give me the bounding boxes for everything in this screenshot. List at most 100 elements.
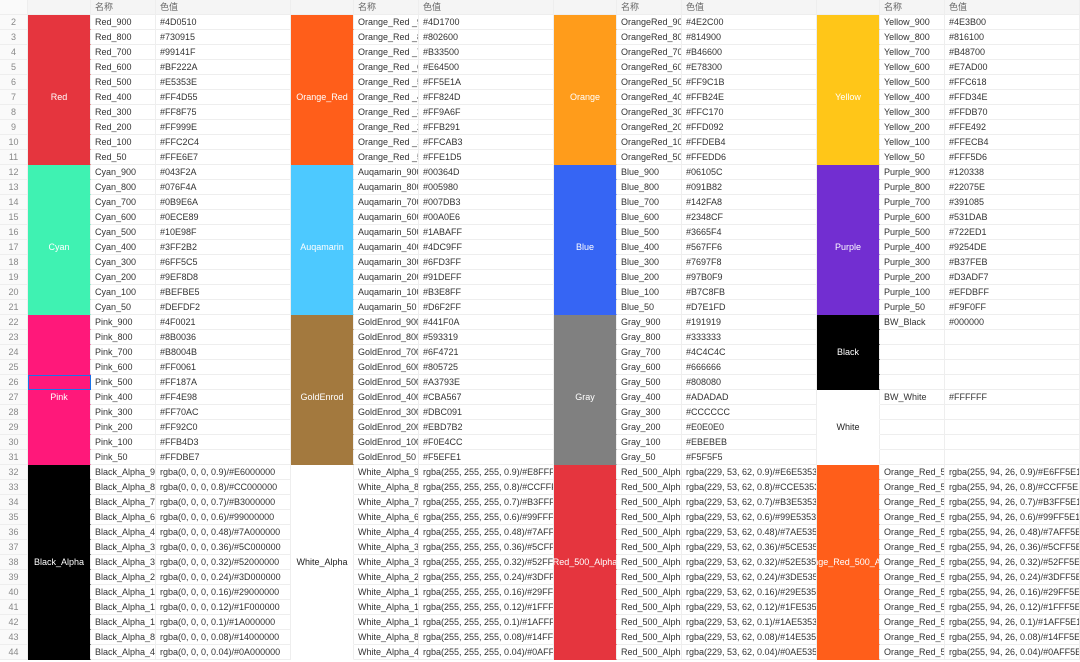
color-name[interactable]: OrangeRed_200 [617,120,682,135]
color-swatch[interactable] [291,210,354,225]
color-value[interactable]: rgba(0, 0, 0, 0.08)/#14000000 [156,630,291,645]
color-value[interactable]: #FFDB70 [945,105,1080,120]
color-name[interactable]: Orange_Red_500_Alpha_16 [880,585,945,600]
color-swatch[interactable]: White [817,420,880,435]
color-name[interactable]: GoldEnrod_500 [354,375,419,390]
color-name[interactable] [880,450,945,465]
color-name[interactable]: Yellow_500 [880,75,945,90]
color-name[interactable]: Blue_50 [617,300,682,315]
color-value[interactable]: #FF70AC [156,405,291,420]
color-value[interactable]: #FFC618 [945,75,1080,90]
color-swatch[interactable] [28,480,91,495]
color-swatch[interactable] [291,570,354,585]
color-name[interactable] [880,420,945,435]
color-swatch[interactable] [817,360,880,375]
color-name[interactable]: Red_700 [91,45,156,60]
color-swatch[interactable] [817,45,880,60]
color-name[interactable]: BW_Black [880,315,945,330]
color-value[interactable]: #FF8F75 [156,105,291,120]
color-swatch[interactable] [291,540,354,555]
color-swatch[interactable] [291,45,354,60]
color-value[interactable]: #99141F [156,45,291,60]
color-name[interactable]: Red_600 [91,60,156,75]
color-swatch[interactable] [817,615,880,630]
color-value[interactable]: rgba(255, 94, 26, 0.32)/#52FF5E1A [945,555,1080,570]
color-value[interactable]: #FF187A [156,375,291,390]
color-name[interactable]: Orange_Red _200 [354,120,419,135]
color-swatch[interactable] [817,210,880,225]
color-swatch[interactable] [28,180,91,195]
color-value[interactable]: #F5F5F5 [682,450,817,465]
color-name[interactable]: Gray_900 [617,315,682,330]
color-value[interactable]: rgba(0, 0, 0, 0.36)/#5C000000 [156,540,291,555]
color-name[interactable]: Pink_500 [91,375,156,390]
color-swatch[interactable] [817,75,880,90]
color-value[interactable]: rgba(255, 255, 255, 0.04)/#0AFFFFFF [419,645,554,660]
color-swatch[interactable] [291,480,354,495]
color-swatch[interactable] [291,615,354,630]
color-value[interactable]: rgba(255, 94, 26, 0.9)/#E6FF5E1A [945,465,1080,480]
color-swatch[interactable] [291,75,354,90]
color-swatch[interactable] [28,210,91,225]
color-swatch[interactable] [28,195,91,210]
color-swatch[interactable] [28,225,91,240]
color-name[interactable]: Black_Alpha_48 [91,525,156,540]
color-name[interactable]: Auqamarin_50 [354,300,419,315]
color-swatch[interactable] [554,300,617,315]
color-value[interactable]: #4E2C00 [682,15,817,30]
color-value[interactable]: #EBD7B2 [419,420,554,435]
color-name[interactable]: Orange_Red_500_Alpha_48 [880,525,945,540]
color-value[interactable]: rgba(229, 53, 62, 0.12)/#1FE5353E [682,600,817,615]
color-swatch[interactable] [554,630,617,645]
color-name[interactable]: BW_White [880,390,945,405]
color-name[interactable]: Orange_Red_500_Alpha_10 [880,615,945,630]
color-value[interactable]: #FFDBE7 [156,450,291,465]
color-name[interactable]: Orange_Red _300 [354,105,419,120]
color-name[interactable] [880,435,945,450]
color-value[interactable]: rgba(0, 0, 0, 0.7)/#B3000000 [156,495,291,510]
color-swatch[interactable] [817,510,880,525]
color-name[interactable]: GoldEnrod_100 [354,435,419,450]
color-value[interactable]: #B37FEB [945,255,1080,270]
color-swatch[interactable] [817,270,880,285]
color-value[interactable]: #B3E8FF [419,285,554,300]
color-name[interactable]: White_Alpha_32 [354,555,419,570]
color-name[interactable]: Auqamarin_900 [354,165,419,180]
color-swatch[interactable]: Orange_Red_500_Alpha [817,555,880,570]
color-value[interactable]: rgba(229, 53, 62, 0.24)/#3DE5353E [682,570,817,585]
color-swatch[interactable] [28,495,91,510]
color-name[interactable]: Orange_Red_500_Alpha_8 [880,630,945,645]
color-swatch[interactable]: White_Alpha [291,555,354,570]
color-swatch[interactable] [554,120,617,135]
color-name[interactable]: Auqamarin_300 [354,255,419,270]
color-value[interactable]: #FF999E [156,120,291,135]
color-swatch[interactable] [554,360,617,375]
color-swatch[interactable] [817,645,880,660]
color-swatch[interactable] [28,450,91,465]
color-value[interactable]: #FFECB4 [945,135,1080,150]
color-swatch[interactable] [291,435,354,450]
color-name[interactable]: Yellow_600 [880,60,945,75]
color-name[interactable]: Yellow_400 [880,90,945,105]
color-swatch[interactable] [291,375,354,390]
color-name[interactable]: Black_Alpha_16 [91,585,156,600]
color-value[interactable]: rgba(255, 94, 26, 0.16)/#29FF5E1A [945,585,1080,600]
color-value[interactable]: #FFE6E7 [156,150,291,165]
color-value[interactable]: rgba(255, 255, 255, 0.7)/#B3FFFFFF [419,495,554,510]
color-swatch[interactable] [28,615,91,630]
color-value[interactable] [945,405,1080,420]
color-name[interactable]: Black_Alpha_24 [91,570,156,585]
color-swatch[interactable] [28,405,91,420]
color-value[interactable]: rgba(0, 0, 0, 0.32)/#52000000 [156,555,291,570]
color-name[interactable]: GoldEnrod_900 [354,315,419,330]
color-swatch[interactable] [817,540,880,555]
color-name[interactable]: Blue_100 [617,285,682,300]
color-swatch[interactable] [28,525,91,540]
color-name[interactable]: Yellow_50 [880,150,945,165]
color-value[interactable]: #1ABAFF [419,225,554,240]
color-swatch[interactable] [554,75,617,90]
color-swatch[interactable] [554,255,617,270]
color-value[interactable]: rgba(0, 0, 0, 0.16)/#29000000 [156,585,291,600]
color-value[interactable]: #6FD3FF [419,255,554,270]
color-name[interactable]: OrangeRed_900 [617,15,682,30]
